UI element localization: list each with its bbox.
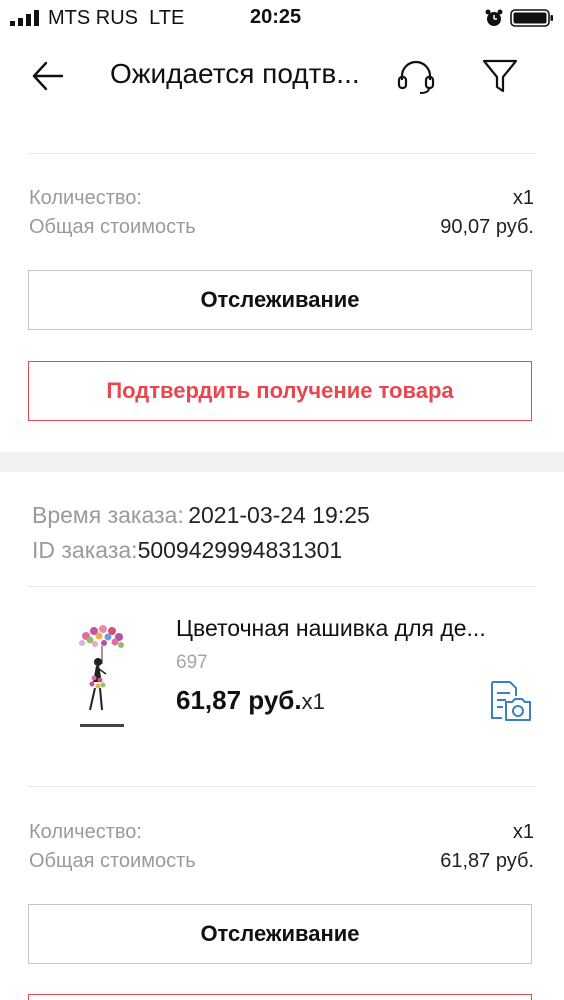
section-gap bbox=[0, 452, 564, 472]
product-sku: 697 bbox=[176, 652, 208, 673]
filter-icon[interactable] bbox=[480, 56, 520, 96]
order-id-value: 5009429994831301 bbox=[137, 537, 343, 563]
confirm-receipt-button-partial[interactable] bbox=[28, 994, 532, 1000]
quantity-label: Количество: bbox=[29, 821, 142, 843]
divider bbox=[28, 586, 536, 587]
order-time-value: 2021-03-24 19:25 bbox=[188, 502, 370, 528]
total-label: Общая стоимость bbox=[29, 216, 196, 238]
divider bbox=[28, 153, 536, 154]
battery-icon bbox=[510, 9, 553, 27]
order-id: ID заказа:5009429994831301 bbox=[32, 537, 342, 564]
tracking-button-label: Отслеживание bbox=[200, 287, 360, 312]
product-qty: x1 bbox=[301, 689, 325, 714]
confirm-receipt-button[interactable]: Подтвердить получение товара bbox=[28, 361, 532, 421]
tracking-button-label: Отслеживание bbox=[200, 921, 360, 946]
order-id-label: ID заказа: bbox=[32, 537, 138, 563]
product-thumbnail[interactable] bbox=[58, 620, 152, 734]
headset-icon[interactable] bbox=[396, 58, 436, 96]
total-label: Общая стоимость bbox=[29, 850, 196, 872]
total-value: 61,87 руб. bbox=[440, 850, 534, 872]
back-arrow-icon[interactable] bbox=[30, 58, 66, 94]
order-time: Время заказа: 2021-03-24 19:25 bbox=[32, 502, 370, 529]
alarm-icon bbox=[485, 9, 503, 26]
product-title[interactable]: Цветочная нашивка для де... bbox=[176, 615, 486, 642]
quantity-value: x1 bbox=[512, 187, 534, 209]
product-price: 61,87 руб.x1 bbox=[176, 685, 325, 716]
tracking-button[interactable]: Отслеживание bbox=[28, 904, 532, 964]
photo-review-icon[interactable] bbox=[488, 680, 532, 722]
order-time-label: Время заказа: bbox=[32, 502, 184, 528]
total-value: 90,07 руб. bbox=[440, 216, 534, 238]
quantity-label: Количество: bbox=[29, 187, 142, 209]
carrier-label: MTS RUS LTE bbox=[48, 7, 185, 29]
clock: 20:25 bbox=[250, 6, 302, 28]
product-price-value: 61,87 руб. bbox=[176, 685, 302, 715]
quantity-value: x1 bbox=[512, 821, 534, 843]
divider bbox=[28, 786, 536, 787]
page-title: Ожидается подтв... bbox=[110, 58, 360, 89]
status-bar: MTS RUS LTE 20:25 bbox=[0, 0, 564, 36]
tracking-button[interactable]: Отслеживание bbox=[28, 270, 532, 330]
signal-icon bbox=[10, 10, 39, 26]
confirm-receipt-button-label: Подтвердить получение товара bbox=[106, 378, 454, 403]
